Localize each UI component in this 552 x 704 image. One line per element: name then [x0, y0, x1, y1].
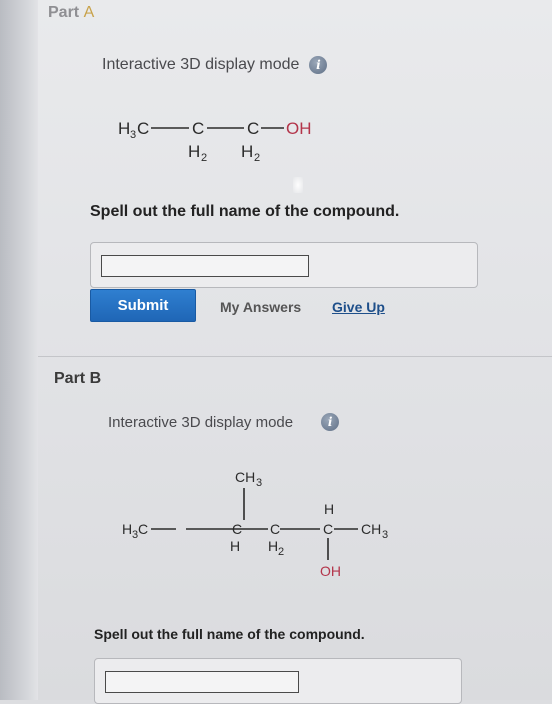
- part-b-answer-area: [94, 658, 462, 704]
- part-a-title-letter: A: [83, 4, 95, 21]
- part-a-mode-label: Interactive 3D display mode: [102, 56, 300, 73]
- info-icon[interactable]: i: [321, 413, 340, 431]
- part-b-title[interactable]: Part B: [54, 370, 101, 388]
- my-answers-link[interactable]: My Answers: [220, 299, 301, 315]
- part-b-mode-label: Interactive 3D display mode: [108, 413, 294, 431]
- part-a-oh: OH: [286, 119, 312, 138]
- part-a-c3: C: [247, 119, 259, 138]
- part-b-answer-input[interactable]: [105, 671, 299, 693]
- part-a-c3-h: H: [241, 142, 253, 161]
- part-b-3d-mode: Interactive 3D display mode i: [108, 413, 340, 431]
- part-a-answer-input[interactable]: [101, 255, 309, 277]
- part-b-c4: C: [323, 521, 333, 537]
- part-b-structure: CH 3 H 3 C C H C H 2 H C CH 3 OH: [122, 469, 388, 579]
- info-icon[interactable]: i: [309, 56, 328, 74]
- part-b-c3: C: [270, 521, 280, 537]
- screen-glare: [293, 177, 303, 193]
- part-b-top-sub: 3: [256, 477, 262, 489]
- part-a-structure: H 3 C C C OH H 2 H 2: [118, 119, 312, 164]
- part-b-c4-h: H: [324, 501, 334, 517]
- part-b-c2-h: H: [230, 538, 240, 554]
- part-a-answer-area: [90, 242, 478, 288]
- part-a-title: Part A: [48, 4, 94, 22]
- part-a-c1-h: H: [118, 119, 130, 138]
- part-b-top-ch: CH: [235, 469, 255, 485]
- part-b-left-c: C: [138, 521, 148, 537]
- part-b-prompt: Spell out the full name of the compound.: [94, 626, 365, 642]
- part-a-c2-sub: 2: [201, 152, 207, 164]
- part-b-c3-sub: 2: [278, 546, 284, 558]
- window-frame-left: [0, 0, 38, 700]
- part-b-oh: OH: [320, 563, 341, 579]
- part-a-3d-mode: Interactive 3D display mode i: [102, 56, 328, 74]
- part-a-prompt: Spell out the full name of the compound.: [90, 203, 400, 220]
- part-a-c3-sub: 2: [254, 152, 260, 164]
- part-b-right-ch: CH: [361, 521, 381, 537]
- part-a-c1-sub: 3: [130, 129, 136, 141]
- problem-page: Part A Interactive 3D display mode i H 3…: [38, 0, 552, 704]
- part-a-c2-h: H: [188, 142, 200, 161]
- part-b-left-h: H: [122, 521, 132, 537]
- part-a-title-prefix: Part: [48, 4, 84, 21]
- part-a-c2: C: [192, 119, 204, 138]
- part-b-c3-h: H: [268, 538, 278, 554]
- give-up-link[interactable]: Give Up: [332, 299, 385, 315]
- submit-button[interactable]: Submit: [90, 289, 196, 322]
- part-b-right-sub: 3: [382, 529, 388, 541]
- section-divider: [38, 356, 552, 357]
- part-a-c1-c: C: [137, 119, 149, 138]
